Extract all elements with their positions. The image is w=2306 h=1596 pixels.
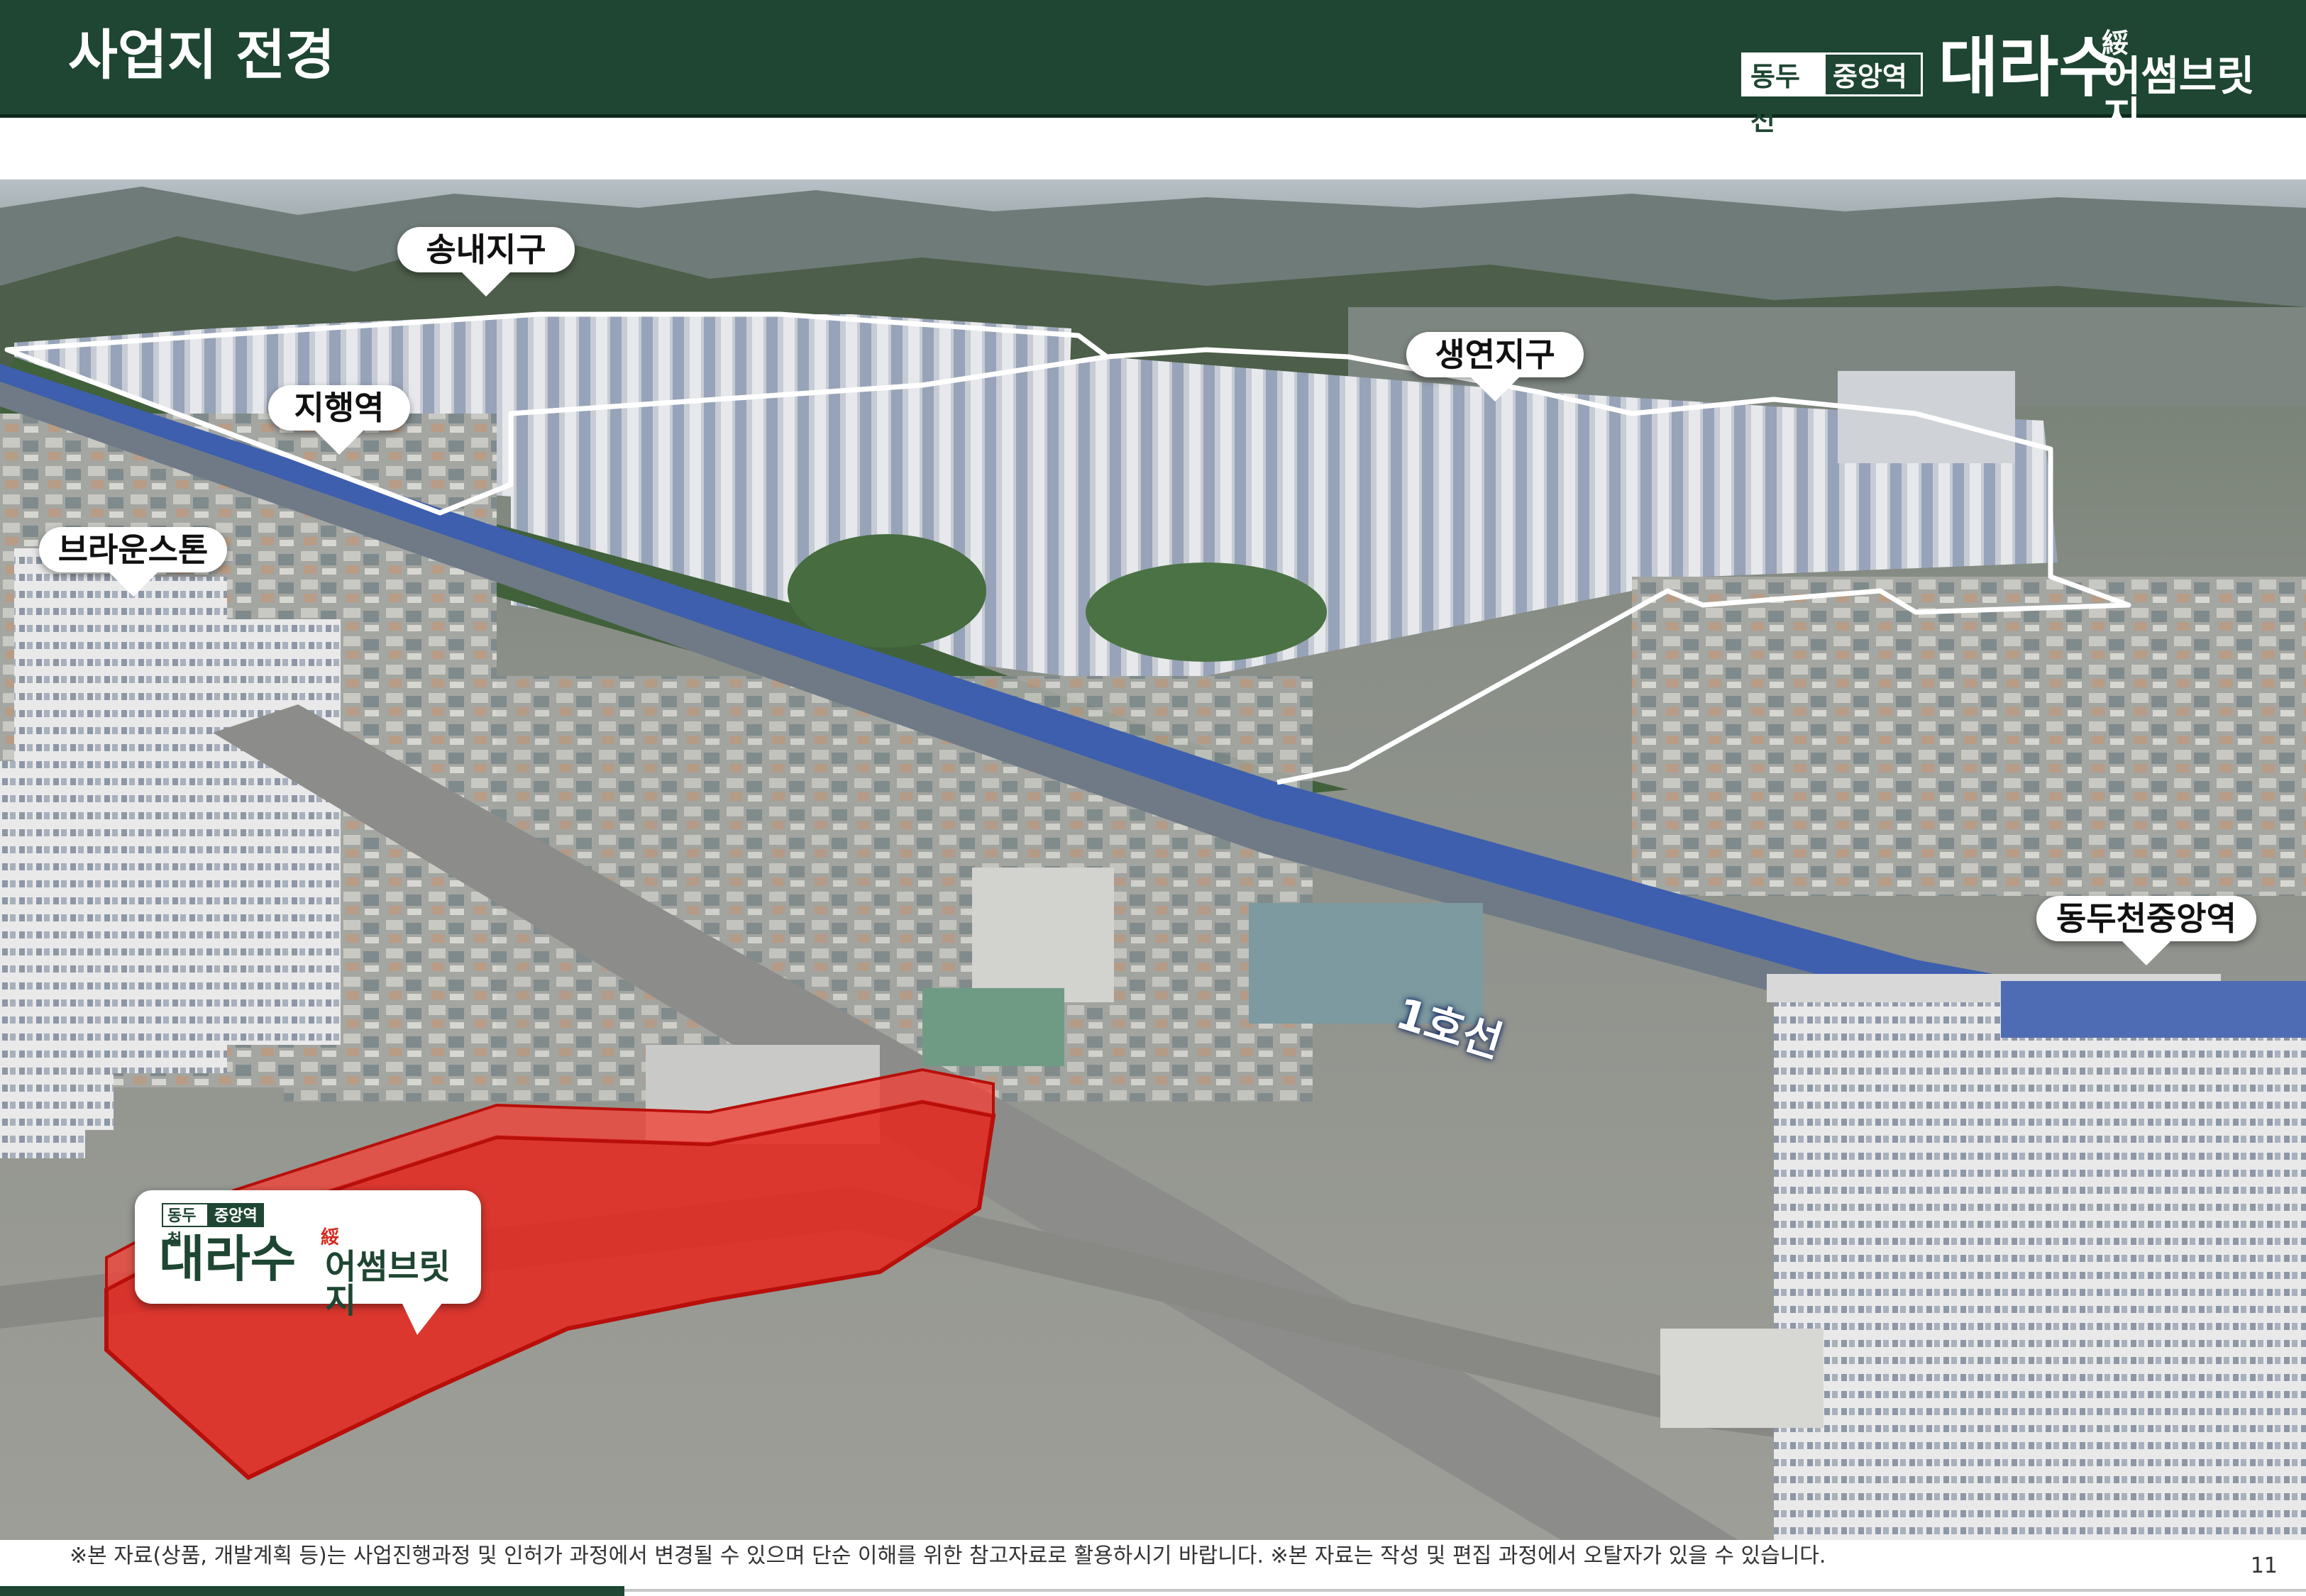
brand-tag-jungang: 중앙역 <box>1824 52 1923 96</box>
footer-divider <box>624 1589 2306 1592</box>
brand-logo: 동두천 중앙역 대라수 綏 어썸브릿지 <box>1741 21 2280 138</box>
label-brownstone-text: 브라운스톤 <box>57 531 209 569</box>
label-songnae-district: 송내지구 <box>397 227 575 297</box>
label-jihaeng-text: 지행역 <box>294 389 385 427</box>
page-title: 사업지 전경 <box>68 23 336 87</box>
label-saengyeon-text: 생연지구 <box>1435 336 1555 374</box>
page-number: 11 <box>2250 1553 2278 1578</box>
header-bar: 사업지 전경 동두천 중앙역 대라수 綏 어썸브릿지 <box>0 0 2306 138</box>
label-songnae-text: 송내지구 <box>426 231 546 269</box>
label-pointer-icon <box>2121 940 2172 965</box>
site-card-tag-dongducheon: 동두천 <box>162 1203 209 1249</box>
label-dongducheon-jungang-station: 동두천중앙역 <box>2036 896 2256 965</box>
label-pointer-icon <box>460 271 512 297</box>
label-pointer-icon <box>1469 376 1521 401</box>
site-brand-card: 동두천 중앙역 대라수 綏 어썸브릿지 <box>135 1190 481 1335</box>
aerial-photo: 송내지구 지행역 생연지구 브라운스톤 동두천중앙역 1호선 동두천 중앙역 대… <box>0 179 2306 1540</box>
site-card-pointer-icon <box>402 1302 443 1335</box>
footer-accent-bar <box>0 1586 624 1596</box>
site-card-name: 대라수 <box>159 1230 297 1288</box>
label-jihaeng-station: 지행역 <box>268 385 410 455</box>
site-card-tag-jungang: 중앙역 <box>209 1203 264 1227</box>
brand-sub: 어썸브릿지 <box>2103 52 2255 141</box>
brand-name: 대라수 <box>1938 30 2119 106</box>
label-pointer-icon <box>314 429 365 455</box>
site-card-hanja: 綏 <box>321 1227 340 1248</box>
label-pointer-icon <box>107 571 159 597</box>
label-saengyeon-district: 생연지구 <box>1406 332 1584 401</box>
label-dongducheon-jungang-text: 동두천중앙역 <box>2056 899 2236 938</box>
brand-tag-dongducheon: 동두천 <box>1741 52 1824 136</box>
footer-disclaimer: ※본 자료(상품, 개발계획 등)는 사업진행과정 및 인허가 과정에서 변경될… <box>70 1544 1826 1568</box>
label-brownstone: 브라운스톤 <box>39 527 227 597</box>
